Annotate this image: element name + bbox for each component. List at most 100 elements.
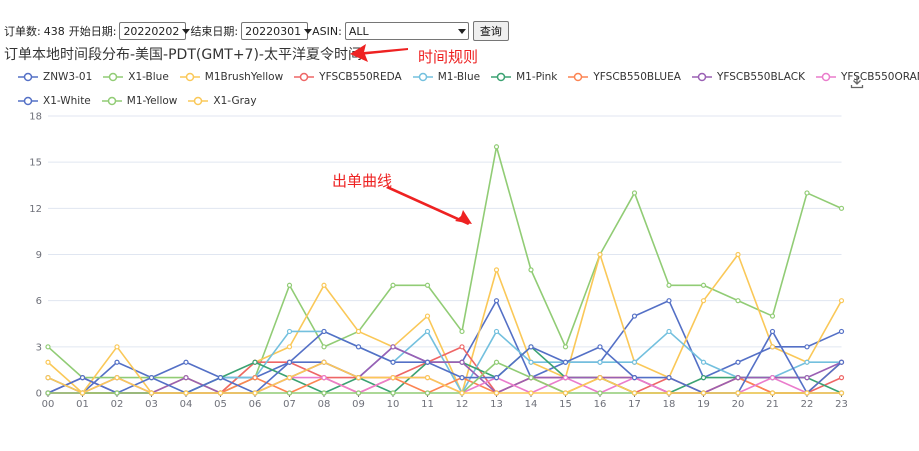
data-point [528,359,534,365]
x-tick-label: 04 [180,399,193,410]
annotation-arrow-time-rule [350,44,408,62]
data-point [631,190,638,196]
data-point [493,375,500,381]
data-point [424,359,431,365]
data-point [838,298,845,304]
data-point [390,344,396,350]
data-point [562,344,569,350]
data-point [459,344,465,350]
data-point [666,375,672,381]
x-tick-label: 19 [697,399,710,410]
data-point [631,375,638,381]
data-point [493,267,500,273]
data-point [631,390,638,396]
x-tick-label: 01 [76,399,89,410]
data-point [631,313,638,319]
data-point [286,282,293,288]
y-tick-label: 12 [29,204,42,215]
data-point [735,359,741,365]
data-point [493,359,500,365]
x-tick-label: 14 [525,399,538,410]
data-point [183,390,189,396]
data-point [114,390,120,396]
data-point [79,375,86,381]
data-point [700,298,707,304]
data-point [493,390,500,396]
data-point [148,375,155,381]
data-point [838,328,845,335]
data-point [528,375,534,381]
data-point [769,328,776,335]
data-point [424,313,431,319]
x-tick-label: 03 [145,399,158,410]
data-point [804,344,810,350]
x-tick-label: 17 [628,399,641,410]
annotation-time-rule: 时间规则 [418,48,479,66]
data-point [286,390,293,396]
data-point [390,282,396,288]
data-point [321,328,327,335]
data-point [804,359,810,365]
data-point [804,190,810,196]
data-point [666,298,672,304]
data-point [562,375,569,381]
y-tick-label: 9 [36,250,42,261]
data-point [666,328,672,335]
data-point [838,375,845,381]
data-point [321,282,327,288]
data-point [666,282,672,288]
data-point [321,390,327,396]
data-point [493,144,500,150]
data-point [700,282,707,288]
data-point [700,359,707,365]
x-tick-label: 10 [387,399,400,410]
data-point [459,328,465,335]
data-point [355,375,362,381]
line-chart: 036912151800 01 02 03 04 05 06 07 08 09 10 11 12 13 14… [29,44,848,410]
data-point [79,390,86,396]
x-tick-label: 18 [663,399,676,410]
data-point [735,390,741,396]
data-point [493,328,500,335]
x-tick-label: 13 [490,399,503,410]
data-point [459,359,465,365]
data-point [390,359,396,365]
data-point [148,390,155,396]
data-point [390,375,396,381]
data-point [631,359,638,365]
data-point [424,282,431,288]
data-point [286,359,293,365]
data-point [735,298,741,304]
data-point [528,344,534,350]
data-point [183,359,189,365]
series-line [47,253,843,394]
data-point [114,344,120,350]
data-point [769,375,776,381]
data-point [321,359,327,365]
data-point [838,359,845,365]
data-point [769,344,776,350]
data-point [45,359,51,365]
data-point [424,390,431,396]
y-tick-label: 3 [36,342,42,353]
annotation-order-curve: 出单曲线 [332,172,393,190]
x-tick-label: 06 [249,399,262,410]
x-tick-label: 00 [42,399,55,410]
data-point [321,344,327,350]
data-point [459,375,465,381]
data-point [252,390,258,396]
data-point [562,359,569,365]
x-tick-label: 02 [111,399,124,410]
y-tick-label: 15 [29,158,42,169]
data-point [562,390,569,396]
data-point [114,375,120,381]
chart-grid [48,115,842,348]
data-point [355,328,362,335]
data-point [700,375,707,381]
data-point [252,359,258,365]
data-point [252,375,258,381]
x-tick-label: 12 [456,399,469,410]
x-tick-label: 23 [835,399,848,410]
x-tick-label: 07 [283,399,296,410]
data-point [597,390,603,396]
